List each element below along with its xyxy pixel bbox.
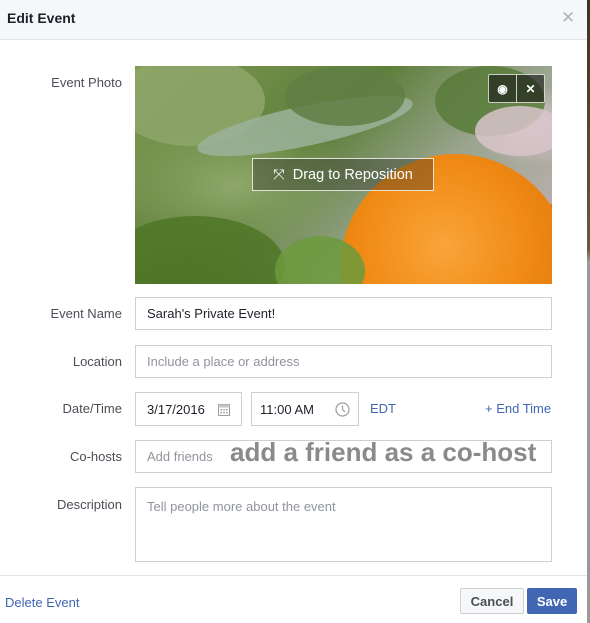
photo-leaf [285,66,405,126]
location-input[interactable]: Include a place or address [135,345,552,378]
photo-actions: ◉ ✕ [488,74,545,103]
annotation-overlay: add a friend as a co-host [230,437,537,467]
time-value: 11:00 AM [260,401,314,417]
location-placeholder: Include a place or address [147,354,300,369]
event-name-value: Sarah's Private Event! [147,306,276,321]
camera-icon[interactable]: ◉ [489,75,516,102]
drag-label: Drag to Reposition [292,166,413,183]
delete-event-link[interactable]: Delete Event [5,595,79,610]
cohosts-label: Co-hosts [69,449,122,464]
remove-photo-icon[interactable]: ✕ [516,75,544,102]
dialog-title: Edit Event [7,10,76,26]
calendar-icon[interactable] [218,403,230,416]
save-button[interactable]: Save [527,588,577,614]
clock-icon[interactable] [335,401,350,417]
expand-arrows-icon: ⤧ [273,166,285,183]
photo-leaf [135,216,285,284]
date-input[interactable]: 3/17/2016 [135,392,242,426]
description-placeholder: Tell people more about the event [147,499,336,514]
time-input[interactable]: 11:00 AM [251,392,359,426]
drag-to-reposition-button[interactable]: ⤧ Drag to Reposition [252,158,434,191]
add-end-time-link[interactable]: + End Time [485,401,551,416]
location-label: Location [72,354,122,369]
cohosts-placeholder: Add friends [147,449,213,464]
footer-divider [0,575,587,576]
date-value: 3/17/2016 [147,401,205,417]
event-name-label: Event Name [50,306,122,321]
dialog-header: Edit Event ✕ [0,0,587,40]
cancel-button[interactable]: Cancel [460,588,524,614]
close-icon[interactable]: ✕ [561,8,575,28]
photo-background [475,106,552,156]
event-photo-label: Event Photo [51,75,122,90]
description-label: Description [56,497,122,512]
timezone-link[interactable]: EDT [370,401,396,416]
event-photo[interactable]: ◉ ✕ ⤧ Drag to Reposition [135,66,552,284]
description-textarea[interactable]: Tell people more about the event [135,487,552,562]
event-name-input[interactable]: Sarah's Private Event! [135,297,552,330]
datetime-label: Date/Time [62,401,122,416]
